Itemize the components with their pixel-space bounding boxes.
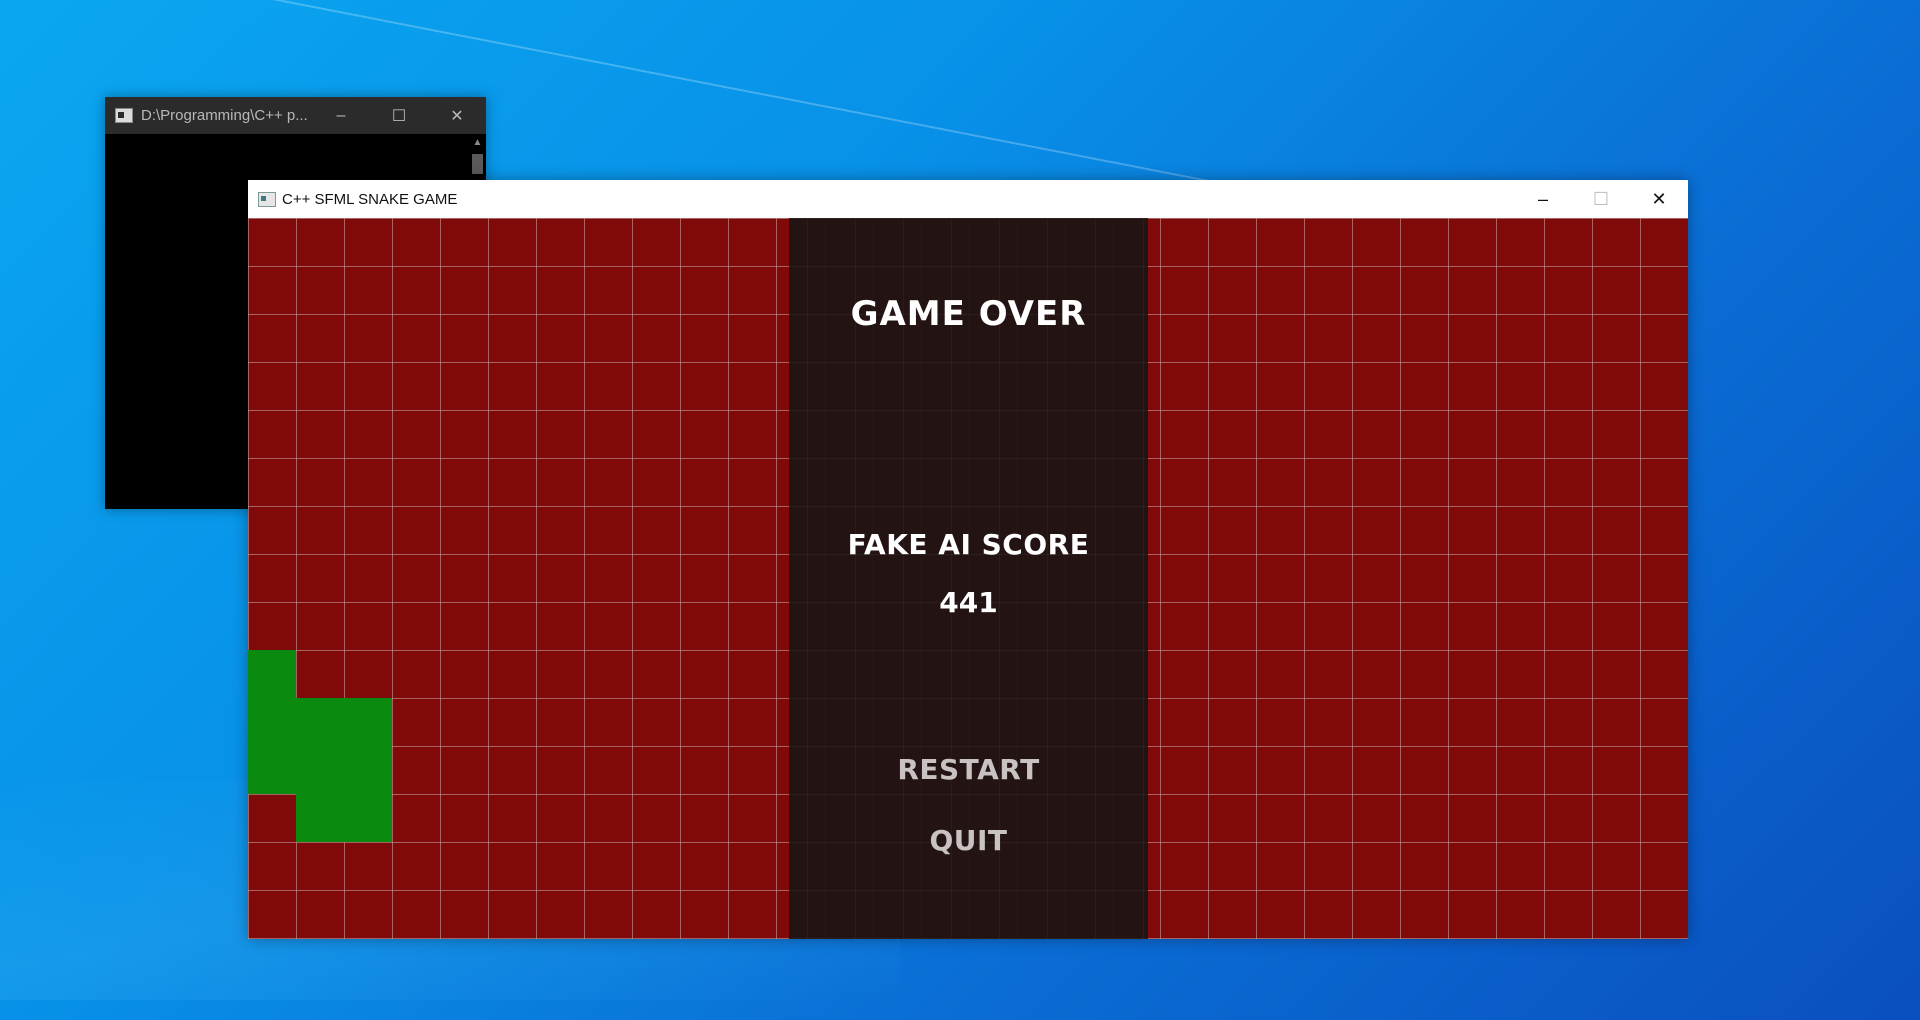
console-app-icon [115,108,133,123]
game-over-title: GAME OVER [850,294,1087,334]
quit-button[interactable]: QUIT [789,824,1148,857]
game-minimize-button[interactable]: – [1514,180,1572,218]
console-maximize-button[interactable]: ☐ [370,97,428,134]
game-window-title: C++ SFML SNAKE GAME [282,190,458,208]
snake-segment [296,794,344,842]
console-close-button[interactable]: ✕ [428,97,486,134]
game-close-button[interactable]: ✕ [1630,180,1688,218]
score-label: FAKE AI SCORE [847,528,1090,561]
game-board: GAME OVER FAKE AI SCORE 441 RESTART QUIT [248,218,1688,939]
game-maximize-button[interactable]: ☐ [1572,180,1630,218]
maximize-icon: ☐ [1592,188,1610,209]
game-titlebar[interactable]: C++ SFML SNAKE GAME – ☐ ✕ [248,180,1688,218]
snake-segment [296,746,344,794]
close-icon: ✕ [450,107,464,125]
game-window: C++ SFML SNAKE GAME – ☐ ✕ GAME OVER FAKE… [248,180,1688,939]
console-minimize-button[interactable]: – [312,97,370,134]
minimize-icon: – [336,106,346,124]
snake-segment [296,698,344,746]
scroll-up-icon[interactable]: ▲ [469,134,486,151]
snake-segment [344,698,392,746]
score-value: 441 [939,586,998,619]
snake-segment [344,746,392,794]
maximize-icon: ☐ [391,107,407,125]
game-window-controls: – ☐ ✕ [1514,180,1688,218]
game-over-panel: GAME OVER FAKE AI SCORE 441 RESTART QUIT [789,218,1148,939]
snake-segment [344,794,392,842]
minimize-icon: – [1537,188,1548,209]
close-icon: ✕ [1651,188,1667,209]
console-window-controls: – ☐ ✕ [312,97,486,134]
console-window-title: D:\Programming\C++ p... [141,107,308,124]
snake-segment [248,698,296,746]
snake-segment [248,746,296,794]
snake-segment [248,650,296,698]
restart-button[interactable]: RESTART [789,753,1148,786]
scrollbar-thumb[interactable] [472,154,483,174]
game-app-icon [258,191,276,207]
console-titlebar[interactable]: D:\Programming\C++ p... – ☐ ✕ [105,97,486,134]
